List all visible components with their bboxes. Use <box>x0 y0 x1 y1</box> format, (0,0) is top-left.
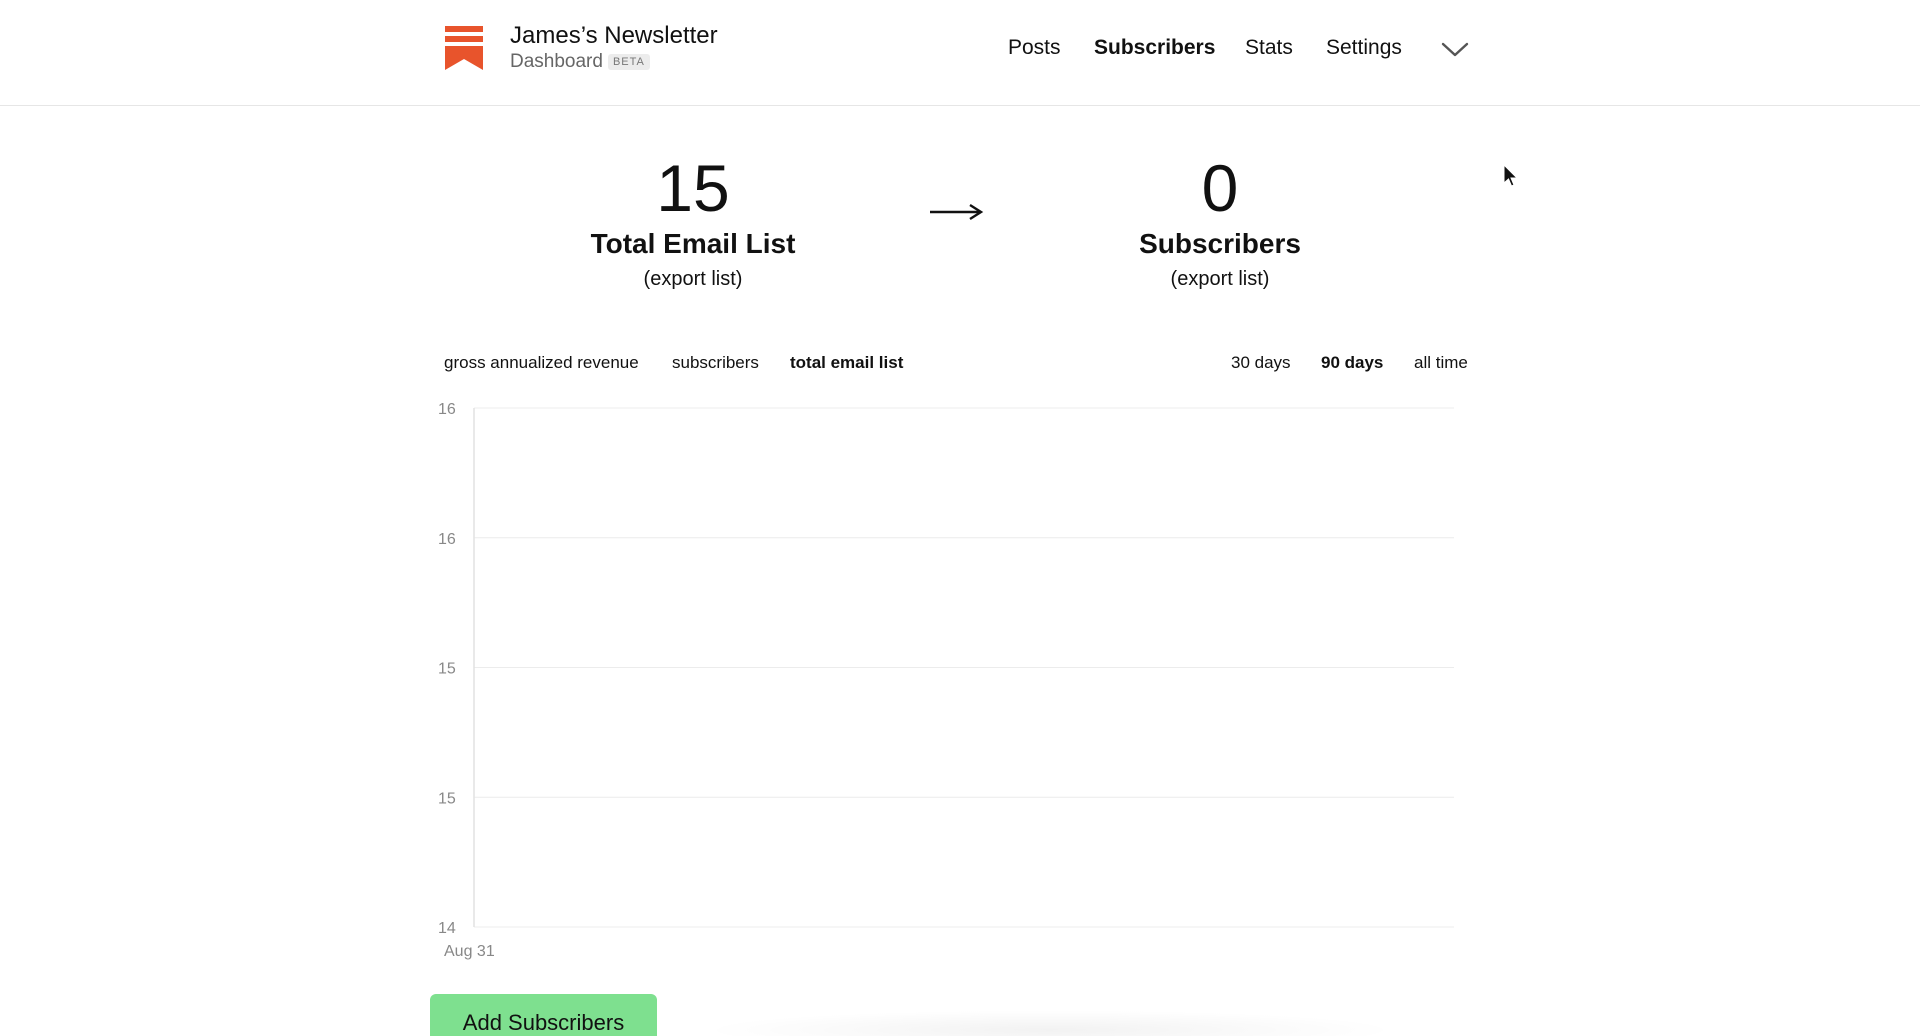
chevron-down-icon[interactable] <box>1440 38 1470 60</box>
nav-posts[interactable]: Posts <box>1008 36 1061 60</box>
newsletter-logo-icon[interactable] <box>445 26 483 70</box>
x-tick-label: Aug 31 <box>444 943 495 960</box>
tab-total-email-list[interactable]: total email list <box>790 353 903 373</box>
tab-subscribers[interactable]: subscribers <box>672 353 759 373</box>
y-tick-label: 15 <box>438 661 456 678</box>
mouse-cursor-icon <box>1503 164 1519 187</box>
arrow-right-icon <box>930 203 984 221</box>
total-email-list-count: 15 <box>656 151 730 225</box>
bottom-shadow <box>700 1010 1400 1036</box>
export-subscribers-link[interactable]: (export list) <box>1070 268 1370 291</box>
nav-settings[interactable]: Settings <box>1326 36 1402 60</box>
y-tick-label: 16 <box>438 531 456 548</box>
y-tick-label: 15 <box>438 790 456 807</box>
add-subscribers-button[interactable]: Add Subscribers <box>430 994 657 1036</box>
total-email-list-label: Total Email List <box>590 228 796 259</box>
total-email-list-chart: 16 16 15 15 14 Aug 31 <box>438 401 1454 960</box>
newsletter-title[interactable]: James’s Newsletter <box>510 22 718 50</box>
range-all-time[interactable]: all time <box>1414 353 1468 373</box>
subscribers-count: 0 <box>1201 151 1239 225</box>
y-tick-label: 14 <box>438 920 456 937</box>
nav-stats[interactable]: Stats <box>1245 36 1293 60</box>
tab-gross-annualized-revenue[interactable]: gross annualized revenue <box>444 353 639 373</box>
nav-subscribers[interactable]: Subscribers <box>1094 36 1215 60</box>
range-90-days[interactable]: 90 days <box>1321 353 1383 373</box>
subscribers-label: Subscribers <box>1139 228 1301 259</box>
top-header: James’s Newsletter Dashboard BETA Posts S… <box>0 0 1920 106</box>
range-30-days[interactable]: 30 days <box>1231 353 1291 373</box>
dashboard-subtitle: Dashboard BETA <box>510 51 650 73</box>
dashboard-label: Dashboard <box>510 51 603 72</box>
beta-badge: BETA <box>607 54 650 70</box>
y-tick-label: 16 <box>438 401 456 418</box>
export-email-list-link[interactable]: (export list) <box>543 268 843 291</box>
